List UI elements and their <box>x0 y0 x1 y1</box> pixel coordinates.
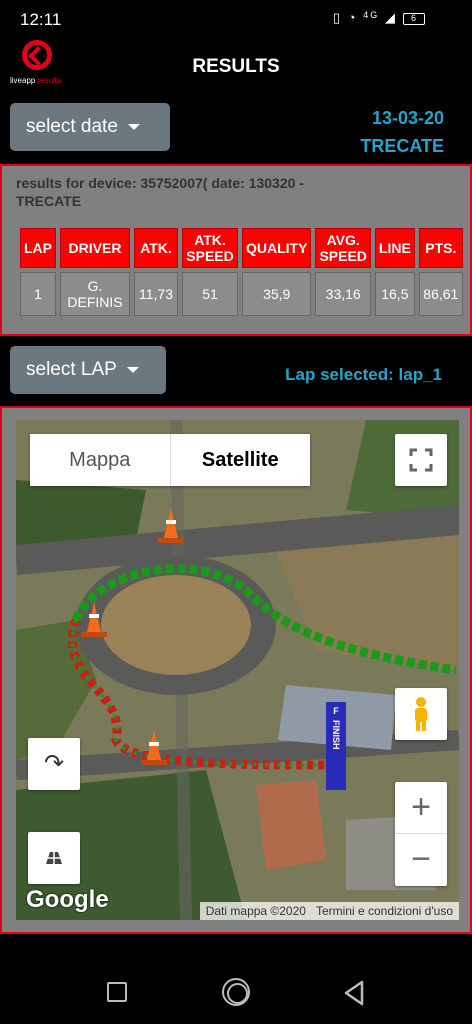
cell-line: 16,5 <box>374 272 415 316</box>
col-driver: DRIVER <box>60 228 130 268</box>
finish-flag: F FINISH <box>326 702 346 790</box>
tilt-icon <box>46 852 62 864</box>
cell-atk: 11,73 <box>134 272 178 316</box>
selected-location: TRECATE <box>360 136 444 156</box>
status-icons: ▯ ◔ 4G ◢ 6 <box>333 10 425 26</box>
results-header: results for device: 35752007( date: 1303… <box>16 174 456 210</box>
finish-text: FINISH <box>331 720 341 750</box>
battery-icon: 6 <box>402 12 425 25</box>
map-data-credit: Dati mappa ©2020 <box>205 904 306 918</box>
signal-icon: ◢ <box>384 10 397 25</box>
map-imagery <box>16 420 459 920</box>
cell-atk-speed: 51 <box>182 272 238 316</box>
street-view-button[interactable] <box>395 688 447 740</box>
dropdown-caret-icon <box>126 366 139 373</box>
select-date-label: select date <box>26 116 118 137</box>
map-attribution: Dati mappa ©2020 Termini e condizioni d'… <box>199 902 459 920</box>
cell-quality: 35,9 <box>242 272 312 316</box>
results-header-line1: results for device: 35752007( date: 1303… <box>16 175 304 191</box>
lap-selected-text: Lap selected: lap_1 <box>285 365 442 384</box>
rotate-map-button[interactable]: ↷ <box>28 738 80 790</box>
results-table: LAP DRIVER ATK. ATK. SPEED QUALITY AVG. … <box>16 224 467 320</box>
tilt-map-button[interactable] <box>28 832 80 884</box>
cell-pts: 86,61 <box>418 272 463 316</box>
rotate-icon: ↷ <box>43 750 65 777</box>
selected-date-info: 13-03-20 TRECATE <box>360 104 444 160</box>
fullscreen-icon <box>409 448 433 472</box>
col-lap: LAP <box>20 228 56 268</box>
fullscreen-button[interactable] <box>395 434 447 486</box>
back-button[interactable] <box>342 980 366 1006</box>
col-line: LINE <box>374 228 415 268</box>
page-title: RESULTS <box>192 56 280 77</box>
selected-date: 13-03-20 <box>371 108 444 128</box>
map-terms-link[interactable]: Termini e condizioni d'uso <box>316 904 453 918</box>
col-atk-speed: ATK. SPEED <box>182 228 238 268</box>
vibrate-icon: ▯ <box>333 10 343 25</box>
cell-driver: G. DEFINIS <box>60 272 130 316</box>
select-date-button[interactable]: select date <box>10 103 170 151</box>
table-header-row: LAP DRIVER ATK. ATK. SPEED QUALITY AVG. … <box>20 228 463 268</box>
zoom-out-button[interactable]: − <box>395 834 447 886</box>
map-frame: F FINISH Mappa Satellite + − ↷ Google Da… <box>0 406 472 934</box>
col-avg-speed: AVG. SPEED <box>315 228 371 268</box>
col-pts: PTS. <box>418 228 463 268</box>
cell-lap: 1 <box>20 272 56 316</box>
select-lap-label: select LAP <box>26 359 117 380</box>
col-quality: QUALITY <box>242 228 312 268</box>
cell-avg-speed: 33,16 <box>315 272 371 316</box>
results-header-line2: TRECATE <box>16 193 82 209</box>
zoom-in-button[interactable]: + <box>395 782 447 834</box>
col-atk: ATK. <box>134 228 178 268</box>
map-type-map-button[interactable]: Mappa <box>30 434 171 486</box>
table-row[interactable]: 1 G. DEFINIS 11,73 51 35,9 33,16 16,5 86… <box>20 272 463 316</box>
pegman-icon <box>415 697 427 731</box>
results-panel: results for device: 35752007( date: 1303… <box>0 164 472 336</box>
home-button[interactable] <box>222 978 250 1006</box>
finish-prefix: F <box>333 706 339 716</box>
status-time: 12:11 <box>20 10 62 29</box>
network-type: 4G <box>363 10 380 20</box>
wifi-icon: ◔ <box>347 10 358 25</box>
map-type-satellite-button[interactable]: Satellite <box>171 434 311 486</box>
status-bar: 12:11 ▯ ◔ 4G ◢ 6 <box>0 0 472 38</box>
zoom-control: + − <box>395 782 447 886</box>
map-type-control: Mappa Satellite <box>30 434 310 486</box>
dropdown-caret-icon <box>127 123 140 130</box>
satellite-map[interactable]: F FINISH Mappa Satellite + − ↷ Google Da… <box>16 420 459 920</box>
select-lap-button[interactable]: select LAP <box>10 346 166 394</box>
app-bar: liveapp results RESULTS <box>0 38 472 98</box>
recent-apps-button[interactable] <box>107 982 127 1002</box>
google-logo: Google <box>26 886 109 913</box>
system-navigation-bar <box>0 960 472 1024</box>
